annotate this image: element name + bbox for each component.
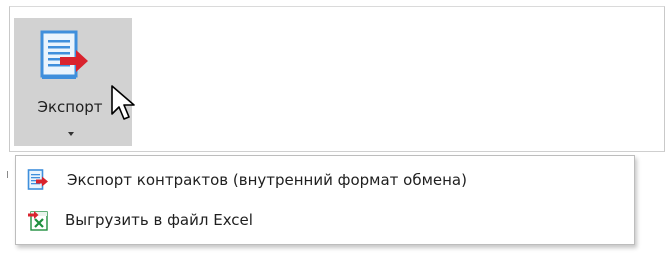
ribbon-divider bbox=[7, 171, 8, 178]
app-window: Экспорт Экспорт контрактов (внутренний ф… bbox=[0, 0, 668, 256]
menu-item-label: Экспорт контрактов (внутренний формат об… bbox=[67, 171, 467, 189]
menu-item-export-contracts[interactable]: Экспорт контрактов (внутренний формат об… bbox=[17, 160, 633, 200]
document-export-icon bbox=[27, 169, 48, 190]
export-button[interactable]: Экспорт bbox=[14, 18, 132, 146]
excel-export-icon bbox=[28, 211, 48, 231]
menu-item-label: Выгрузить в файл Excel bbox=[65, 211, 253, 229]
document-export-icon bbox=[40, 30, 88, 79]
mouse-pointer-icon bbox=[111, 85, 135, 120]
menu-item-export-excel[interactable]: Выгрузить в файл Excel bbox=[17, 200, 633, 240]
export-dropdown-menu: Экспорт контрактов (внутренний формат об… bbox=[15, 155, 635, 245]
caret-down-icon[interactable] bbox=[68, 132, 74, 136]
